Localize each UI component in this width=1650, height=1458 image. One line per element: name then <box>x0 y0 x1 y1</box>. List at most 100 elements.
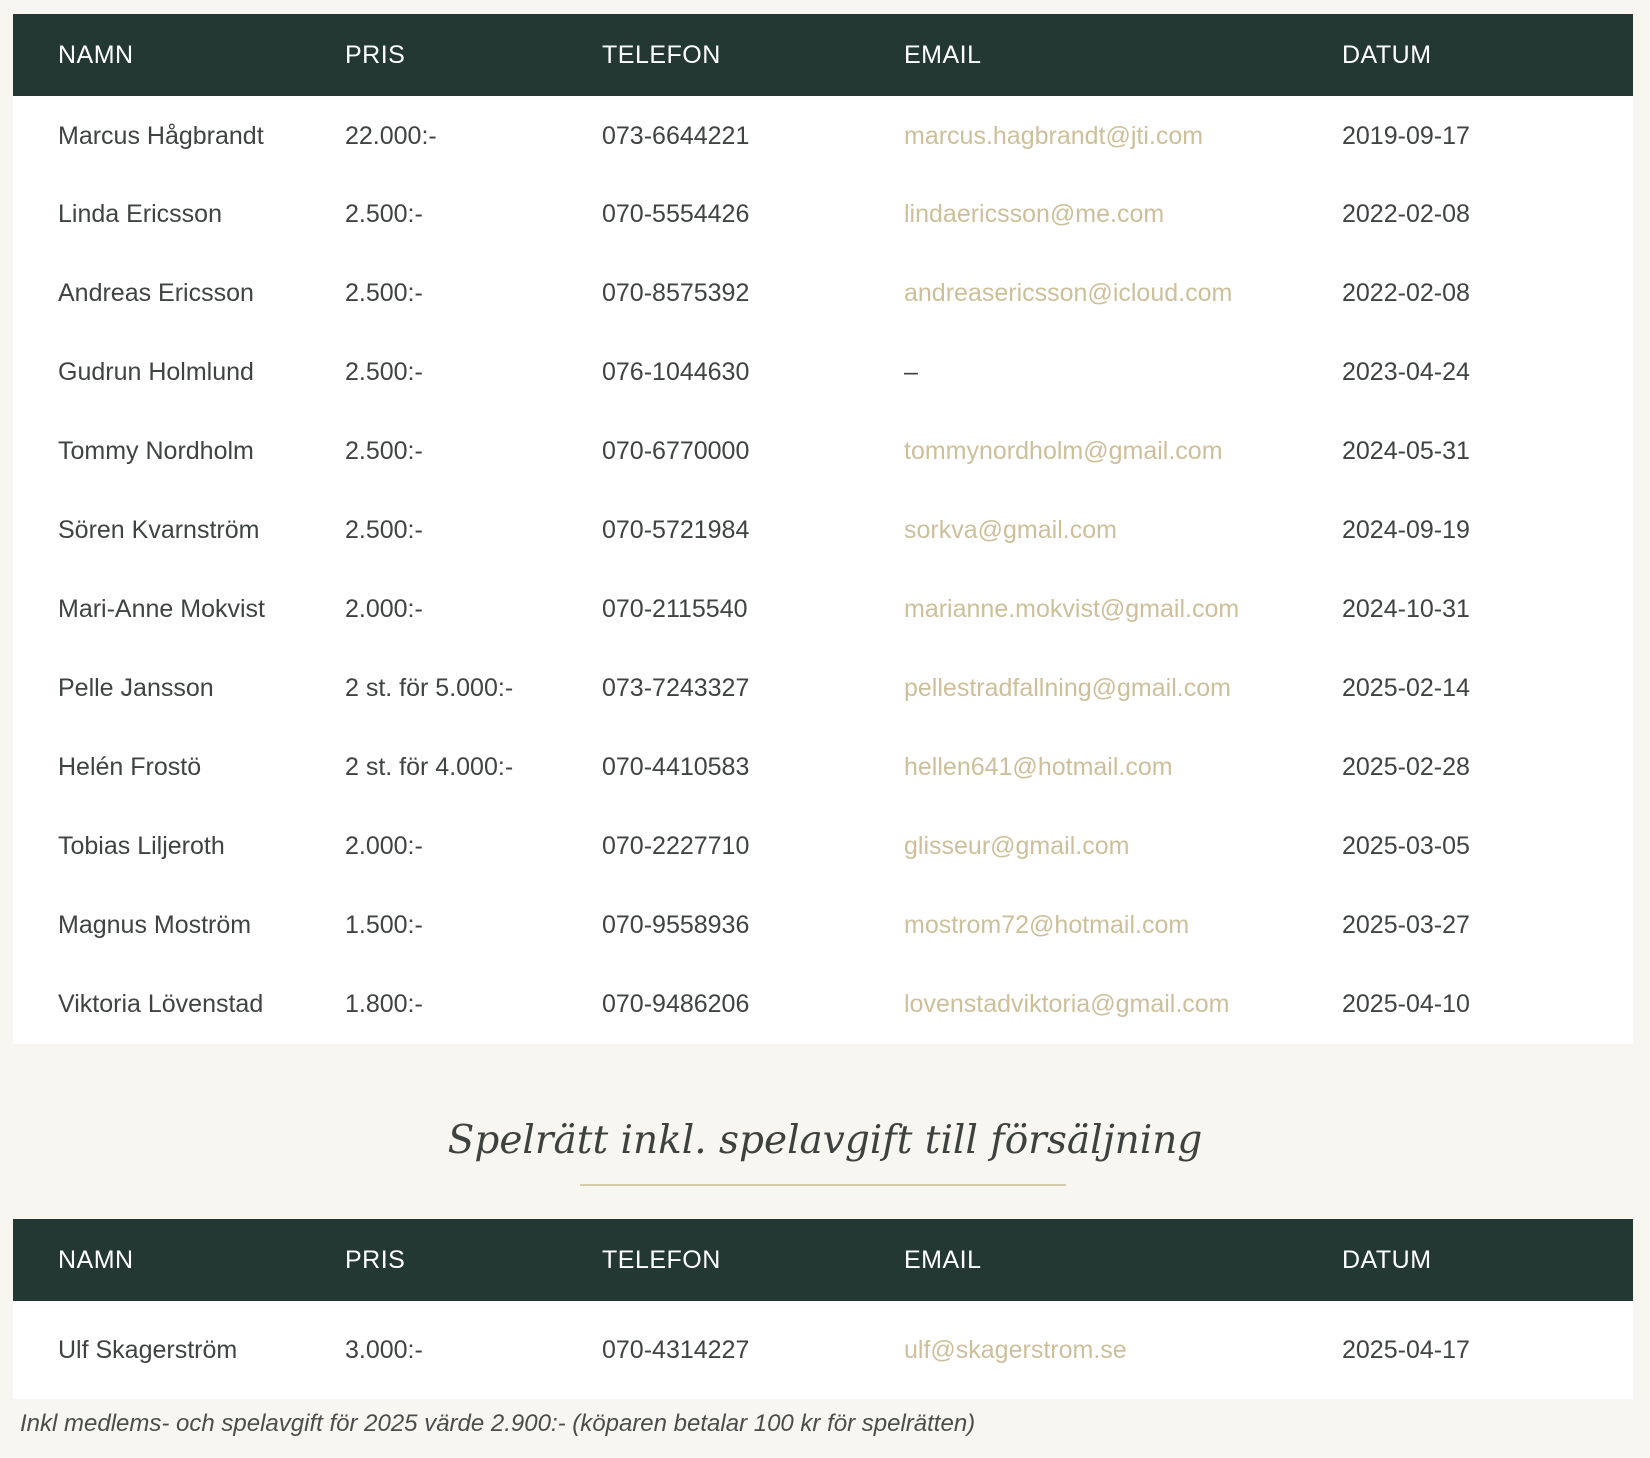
table-row: Sören Kvarnström 2.500:- 070-5721984 sorkva… <box>13 491 1633 570</box>
cell-email: glisseur@gmail.com <box>904 807 1342 886</box>
table-row: Magnus Moström 1.500:- 070-9558936 mostrom7… <box>13 886 1633 965</box>
cell-email: pellestradfallning@gmail.com <box>904 649 1342 728</box>
email-empty: – <box>904 358 918 386</box>
cell-date: 2019-09-17 <box>1342 122 1470 150</box>
column-header-datum: DATUM <box>1342 1245 1432 1274</box>
cell-date: 2024-05-31 <box>1342 437 1470 465</box>
cell-phone: 070-9486206 <box>602 990 750 1018</box>
cell-date: 2022-02-08 <box>1342 279 1470 307</box>
cell-email: ulf@skagerstrom.se <box>904 1301 1342 1399</box>
cell-email: hellen641@hotmail.com <box>904 728 1342 807</box>
email-link[interactable]: sorkva@gmail.com <box>904 516 1117 544</box>
table-row: Viktoria Lövenstad 1.800:- 070-9486206 love… <box>13 965 1633 1044</box>
table-row: Helén Frostö 2 st. för 4.000:- 070-4410583… <box>13 728 1633 807</box>
cell-phone: 076-1044630 <box>602 358 750 386</box>
cell-name: Helén Frostö <box>58 753 202 781</box>
cell-phone: 070-9558936 <box>602 911 750 939</box>
cell-name: Mari-Anne Mokvist <box>58 595 265 623</box>
cell-email: lindaericsson@me.com <box>904 175 1342 254</box>
cell-price: 2.000:- <box>345 595 423 623</box>
table-row: Andreas Ericsson 2.500:- 070-8575392 andrea… <box>13 254 1633 333</box>
email-link[interactable]: hellen641@hotmail.com <box>904 753 1173 781</box>
cell-price: 1.500:- <box>345 911 423 939</box>
cell-price: 2 st. för 4.000:- <box>345 753 514 781</box>
cell-phone: 073-6644221 <box>602 122 750 150</box>
cell-date: 2022-02-08 <box>1342 200 1470 228</box>
cell-email: marcus.hagbrandt@jti.com <box>904 96 1342 175</box>
cell-date: 2024-09-19 <box>1342 516 1470 544</box>
column-header-pris: PRIS <box>345 1245 406 1274</box>
cell-name: Ulf Skagerström <box>58 1335 238 1364</box>
cell-phone: 070-2115540 <box>602 595 748 623</box>
cell-phone: 070-2227710 <box>602 832 750 860</box>
cell-date: 2025-03-05 <box>1342 832 1470 860</box>
column-header-datum: DATUM <box>1342 40 1432 69</box>
email-link[interactable]: ulf@skagerstrom.se <box>904 1336 1127 1364</box>
cell-email: – <box>904 333 1342 412</box>
cell-date: 2025-02-28 <box>1342 753 1470 781</box>
email-link[interactable]: marianne.mokvist@gmail.com <box>904 595 1239 623</box>
cell-date: 2024-10-31 <box>1342 595 1470 623</box>
cell-price: 2.500:- <box>345 279 423 307</box>
sale-table: NAMN PRIS TELEFON EMAIL DATUM Ulf Skager… <box>13 1219 1633 1399</box>
footnote: Inkl medlems- och spelavgift för 2025 vä… <box>20 1410 976 1437</box>
cell-email: tommynordholm@gmail.com <box>904 412 1342 491</box>
title-divider <box>580 1184 1066 1186</box>
table-row: Mari-Anne Mokvist 2.000:- 070-2115540 maria… <box>13 570 1633 649</box>
cell-email: marianne.mokvist@gmail.com <box>904 570 1342 649</box>
cell-name: Magnus Moström <box>58 911 252 939</box>
table-header-row: NAMN PRIS TELEFON EMAIL DATUM <box>13 14 1633 96</box>
email-link[interactable]: mostrom72@hotmail.com <box>904 911 1189 939</box>
cell-phone: 070-6770000 <box>602 437 750 465</box>
cell-phone: 070-4314227 <box>602 1335 750 1364</box>
column-header-email: EMAIL <box>904 40 982 69</box>
column-header-pris: PRIS <box>345 40 406 69</box>
table-row: Tobias Liljeroth 2.000:- 070-2227710 glisse… <box>13 807 1633 886</box>
cell-name: Tommy Nordholm <box>58 437 254 465</box>
cell-phone: 070-5721984 <box>602 516 750 544</box>
table-row: Ulf Skagerström 3.000:- 070-4314227 ulf@ska… <box>13 1301 1633 1399</box>
cell-name: Andreas Ericsson <box>58 279 254 307</box>
table-header-row: NAMN PRIS TELEFON EMAIL DATUM <box>13 1219 1633 1301</box>
email-link[interactable]: lovenstadviktoria@gmail.com <box>904 990 1230 1018</box>
email-link[interactable]: glisseur@gmail.com <box>904 832 1129 860</box>
table-row: Gudrun Holmlund 2.500:- 076-1044630 – 2023-0… <box>13 333 1633 412</box>
column-header-email: EMAIL <box>904 1245 982 1274</box>
column-header-telefon: TELEFON <box>602 1245 721 1274</box>
cell-phone: 070-8575392 <box>602 279 750 307</box>
cell-price: 3.000:- <box>345 1335 423 1364</box>
column-header-namn: NAMN <box>58 1245 134 1274</box>
cell-name: Marcus Hågbrandt <box>58 122 264 150</box>
cell-price: 1.800:- <box>345 990 423 1018</box>
table-row: Pelle Jansson 2 st. för 5.000:- 073-724332… <box>13 649 1633 728</box>
cell-name: Viktoria Lövenstad <box>58 990 264 1018</box>
cell-email: andreasericsson@icloud.com <box>904 254 1342 333</box>
table-row: Marcus Hågbrandt 22.000:- 073-6644221 marcu… <box>13 96 1633 175</box>
cell-phone: 070-4410583 <box>602 753 750 781</box>
cell-price: 2.500:- <box>345 437 423 465</box>
cell-date: 2023-04-24 <box>1342 358 1470 386</box>
email-link[interactable]: pellestradfallning@gmail.com <box>904 674 1231 702</box>
cell-phone: 070-5554426 <box>602 200 750 228</box>
cell-price: 2.500:- <box>345 516 423 544</box>
cell-price: 22.000:- <box>345 122 437 150</box>
cell-email: mostrom72@hotmail.com <box>904 886 1342 965</box>
cell-email: lovenstadviktoria@gmail.com <box>904 965 1342 1044</box>
section-title: Spelrätt inkl. spelavgift till försäljni… <box>447 1118 1203 1163</box>
table-row: Linda Ericsson 2.500:- 070-5554426 lindaeri… <box>13 175 1633 254</box>
table-row: Tommy Nordholm 2.500:- 070-6770000 tommynor… <box>13 412 1633 491</box>
cell-price: 2 st. för 5.000:- <box>345 674 514 702</box>
cell-date: 2025-04-17 <box>1342 1335 1470 1364</box>
cell-name: Pelle Jansson <box>58 674 214 702</box>
email-link[interactable]: lindaericsson@me.com <box>904 200 1164 228</box>
email-link[interactable]: marcus.hagbrandt@jti.com <box>904 122 1203 150</box>
email-link[interactable]: andreasericsson@icloud.com <box>904 279 1232 307</box>
cell-name: Gudrun Holmlund <box>58 358 254 386</box>
cell-price: 2.000:- <box>345 832 423 860</box>
email-link[interactable]: tommynordholm@gmail.com <box>904 437 1223 465</box>
cell-price: 2.500:- <box>345 200 423 228</box>
cell-date: 2025-04-10 <box>1342 990 1470 1018</box>
cell-date: 2025-03-27 <box>1342 911 1470 939</box>
column-header-namn: NAMN <box>58 40 134 69</box>
cell-name: Linda Ericsson <box>58 200 222 228</box>
